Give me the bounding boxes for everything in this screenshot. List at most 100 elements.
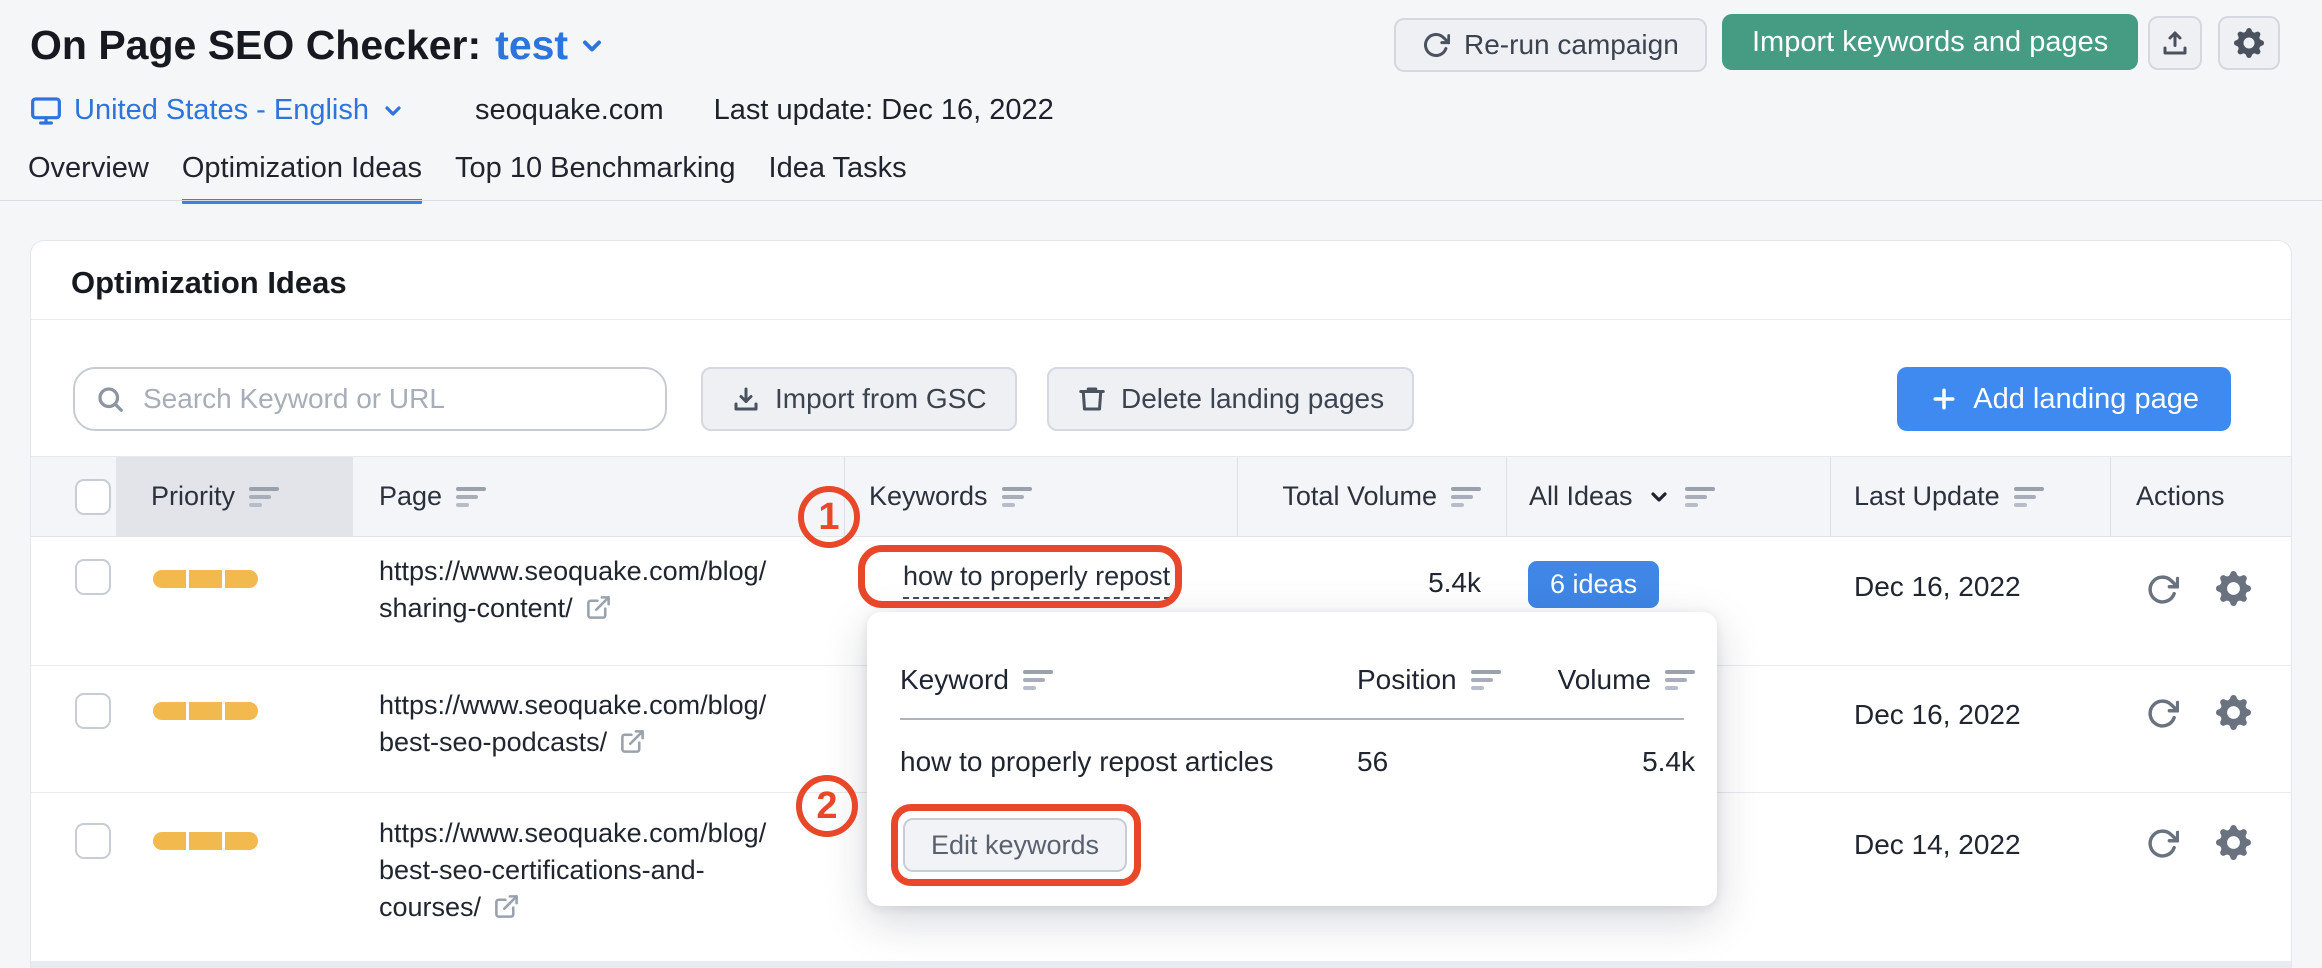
page-title: On Page SEO Checker: test <box>30 22 606 69</box>
page-title-text: On Page SEO Checker: <box>30 22 481 69</box>
last-update-text: Last update: Dec 16, 2022 <box>714 94 1054 127</box>
gear-icon[interactable] <box>2216 695 2251 730</box>
next-row-edge <box>31 961 2291 968</box>
on-page-seo-checker-screen: On Page SEO Checker: test Re-run campaig… <box>0 0 2322 968</box>
column-header-page[interactable]: Page <box>379 457 486 536</box>
page-url: https://www.seoquake.com/blog/ best-seo-… <box>379 815 766 926</box>
trash-icon <box>1077 384 1107 414</box>
row-checkbox[interactable] <box>75 559 111 595</box>
delete-landing-pages-button[interactable]: Delete landing pages <box>1047 367 1414 431</box>
column-label-keywords: Keywords <box>869 481 988 512</box>
refresh-icon[interactable] <box>2146 697 2179 730</box>
sort-icon[interactable] <box>2014 487 2044 507</box>
popup-volume-value: 5.4k <box>1467 746 1695 778</box>
campaign-name: test <box>495 22 568 69</box>
sort-icon[interactable] <box>1665 670 1695 690</box>
popup-column-header-volume[interactable]: Volume <box>1467 664 1695 696</box>
campaign-settings-button[interactable] <box>2218 16 2280 70</box>
sort-icon[interactable] <box>1685 487 1715 507</box>
column-header-actions: Actions <box>2136 457 2225 536</box>
monitor-icon <box>30 95 62 127</box>
chevron-down-icon <box>1647 485 1671 509</box>
keywords-popup: Keyword Position Volume how to properly … <box>867 612 1717 906</box>
upload-icon <box>2160 28 2190 58</box>
column-header-last-update[interactable]: Last Update <box>1854 457 2044 536</box>
external-link-icon[interactable] <box>493 893 520 920</box>
report-tabs: Overview Optimization Ideas Top 10 Bench… <box>28 152 907 204</box>
add-landing-page-label: Add landing page <box>1973 383 2199 416</box>
column-divider <box>1237 457 1238 536</box>
campaign-selector[interactable]: test <box>495 22 606 69</box>
rerun-campaign-button[interactable]: Re-run campaign <box>1394 18 1707 72</box>
column-header-keywords[interactable]: Keywords <box>869 457 1032 536</box>
row-checkbox[interactable] <box>75 823 111 859</box>
import-keywords-pages-label: Import keywords and pages <box>1752 26 2108 59</box>
table-header: Priority Page Keywords Total Volume All … <box>31 456 2291 537</box>
last-update-value: Dec 16, 2022 <box>1854 699 2021 731</box>
import-from-gsc-label: Import from GSC <box>775 383 987 415</box>
location-label: United States - English <box>74 94 369 127</box>
refresh-icon[interactable] <box>2146 827 2179 860</box>
priority-indicator <box>153 702 258 720</box>
column-divider <box>2110 457 2111 536</box>
external-link-icon[interactable] <box>619 728 646 755</box>
popup-column-label-position: Position <box>1357 664 1457 696</box>
card-heading: Optimization Ideas <box>71 265 347 301</box>
select-all-cell <box>75 457 111 536</box>
ideas-badge[interactable]: 6 ideas <box>1528 561 1659 608</box>
column-label-page: Page <box>379 481 442 512</box>
location-selector[interactable]: United States - English <box>30 94 405 127</box>
tabs-divider <box>0 200 2322 201</box>
search-box <box>73 367 667 431</box>
popup-position-value: 56 <box>1357 746 1388 778</box>
tab-optimization-ideas[interactable]: Optimization Ideas <box>182 152 422 204</box>
keyword-link[interactable]: how to properly repost <box>903 561 1170 599</box>
column-header-total-volume[interactable]: Total Volume <box>1237 457 1481 536</box>
page-url: https://www.seoquake.com/blog/ sharing-c… <box>379 553 766 627</box>
search-input[interactable] <box>141 382 645 416</box>
column-divider <box>1830 457 1831 536</box>
sort-icon[interactable] <box>249 487 279 507</box>
gear-icon[interactable] <box>2216 571 2251 606</box>
gear-icon[interactable] <box>2216 825 2251 860</box>
column-divider <box>844 457 845 536</box>
column-header-all-ideas[interactable]: All Ideas <box>1529 457 1715 536</box>
column-label-total-volume: Total Volume <box>1282 481 1437 512</box>
select-all-checkbox[interactable] <box>75 479 111 515</box>
sort-icon[interactable] <box>1451 487 1481 507</box>
column-label-priority: Priority <box>151 481 235 512</box>
export-button[interactable] <box>2148 16 2202 70</box>
edit-keywords-button[interactable]: Edit keywords <box>903 818 1127 872</box>
sort-icon[interactable] <box>1023 670 1053 690</box>
campaign-domain: seoquake.com <box>475 94 664 127</box>
download-icon <box>731 384 761 414</box>
campaign-subheader: United States - English seoquake.com Las… <box>30 94 1054 127</box>
search-icon <box>95 384 125 414</box>
tab-idea-tasks[interactable]: Idea Tasks <box>769 152 907 204</box>
add-landing-page-button[interactable]: Add landing page <box>1897 367 2231 431</box>
popup-column-label-keyword: Keyword <box>900 664 1009 696</box>
import-keywords-pages-button[interactable]: Import keywords and pages <box>1722 14 2138 70</box>
last-update-value: Dec 16, 2022 <box>1854 571 2021 603</box>
plus-icon <box>1929 384 1959 414</box>
sort-icon[interactable] <box>1002 487 1032 507</box>
popup-keyword-value: how to properly repost articles <box>900 746 1274 778</box>
tab-overview[interactable]: Overview <box>28 152 149 204</box>
column-header-priority[interactable]: Priority <box>116 457 353 536</box>
rerun-campaign-label: Re-run campaign <box>1464 29 1679 61</box>
external-link-icon[interactable] <box>585 594 612 621</box>
gear-icon <box>2234 28 2264 58</box>
row-checkbox[interactable] <box>75 693 111 729</box>
popup-divider <box>900 718 1684 720</box>
last-update-value: Dec 14, 2022 <box>1854 829 2021 861</box>
popup-column-header-keyword[interactable]: Keyword <box>900 664 1053 696</box>
tab-top10-benchmarking[interactable]: Top 10 Benchmarking <box>455 152 736 204</box>
chevron-down-icon <box>578 32 606 60</box>
refresh-icon <box>1422 31 1450 59</box>
priority-indicator <box>153 832 258 850</box>
popup-column-label-volume: Volume <box>1558 664 1651 696</box>
sort-icon[interactable] <box>456 487 486 507</box>
page-url: https://www.seoquake.com/blog/ best-seo-… <box>379 687 766 761</box>
import-from-gsc-button[interactable]: Import from GSC <box>701 367 1017 431</box>
refresh-icon[interactable] <box>2146 573 2179 606</box>
